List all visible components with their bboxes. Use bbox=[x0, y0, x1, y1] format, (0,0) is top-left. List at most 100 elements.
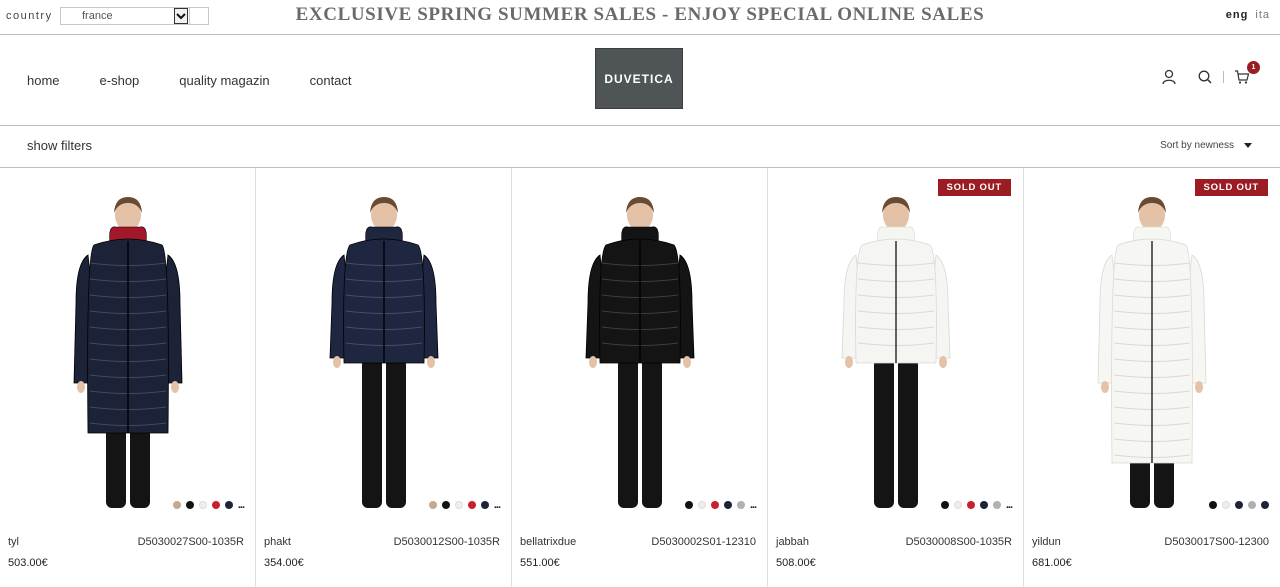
figure-hand-left bbox=[589, 356, 597, 368]
more-colors-indicator[interactable]: ... bbox=[494, 500, 501, 511]
figure-leg-left bbox=[362, 353, 382, 508]
show-filters-button[interactable]: show filters bbox=[27, 138, 92, 153]
color-swatch[interactable] bbox=[966, 501, 975, 509]
header-icons: 1 bbox=[1161, 61, 1260, 85]
color-swatch[interactable] bbox=[953, 501, 962, 509]
more-colors-indicator[interactable]: ... bbox=[238, 500, 245, 511]
product-name[interactable]: phakt bbox=[264, 536, 291, 548]
nav-home[interactable]: home bbox=[27, 73, 60, 88]
sort-label: Sort by newness bbox=[1160, 140, 1234, 151]
product-image[interactable] bbox=[1072, 193, 1232, 523]
color-swatches bbox=[1209, 501, 1269, 509]
product-price: 551.00€ bbox=[520, 557, 560, 569]
product-name[interactable]: jabbah bbox=[776, 536, 809, 548]
filter-bar: show filters Sort by newness bbox=[0, 126, 1280, 168]
figure-leg-right bbox=[898, 353, 918, 508]
product-price: 354.00€ bbox=[264, 557, 304, 569]
figure-leg-right bbox=[130, 423, 150, 508]
product-grid: ... tyl D5030027S00-1035R 503.00€ ... ph… bbox=[0, 168, 1280, 587]
color-swatch[interactable] bbox=[428, 501, 437, 509]
search-icon[interactable] bbox=[1197, 69, 1213, 85]
user-icon[interactable] bbox=[1161, 69, 1177, 85]
product-card[interactable]: ... tyl D5030027S00-1035R 503.00€ bbox=[0, 168, 256, 587]
color-swatch[interactable] bbox=[1261, 501, 1269, 509]
more-colors-indicator[interactable]: ... bbox=[750, 500, 757, 511]
color-swatch[interactable] bbox=[441, 501, 450, 509]
figure-leg-right bbox=[642, 353, 662, 508]
caret-down-icon bbox=[1244, 142, 1252, 148]
product-code: D5030012S00-1035R bbox=[393, 536, 500, 548]
color-swatch[interactable] bbox=[697, 501, 706, 509]
product-code: D5030027S00-1035R bbox=[137, 536, 244, 548]
product-code: D5030017S00-12300 bbox=[1164, 536, 1269, 548]
figure-leg-left bbox=[106, 423, 126, 508]
product-card[interactable]: SOLD OUT yildun D5030017S00-12300 681.00… bbox=[1024, 168, 1280, 587]
product-card[interactable]: ... phakt D5030012S00-1035R 354.00€ bbox=[256, 168, 512, 587]
main-nav: home e-shop quality magazin contact bbox=[27, 73, 352, 88]
cart-icon[interactable]: 1 bbox=[1234, 61, 1260, 85]
color-swatch[interactable] bbox=[723, 501, 732, 509]
figure-hand-right bbox=[427, 356, 435, 368]
product-card[interactable]: ... bellatrixdue D5030002S01-12310 551.0… bbox=[512, 168, 768, 587]
color-swatch[interactable] bbox=[1235, 501, 1243, 509]
color-swatch[interactable] bbox=[480, 501, 489, 509]
figure-leg-left bbox=[874, 353, 894, 508]
top-bar: country france EXCLUSIVE SPRING SUMMER S… bbox=[0, 0, 1280, 35]
logo[interactable]: DUVETICA bbox=[595, 48, 683, 109]
color-swatch[interactable] bbox=[454, 501, 463, 509]
product-image[interactable] bbox=[816, 193, 976, 523]
figure-hand-left bbox=[845, 356, 853, 368]
color-swatch[interactable] bbox=[1209, 501, 1217, 509]
product-code: D5030002S01-12310 bbox=[651, 536, 756, 548]
figure-leg-left bbox=[618, 353, 638, 508]
sort-select[interactable]: Sort by newness bbox=[1160, 140, 1252, 151]
product-code: D5030008S00-1035R bbox=[905, 536, 1012, 548]
product-image[interactable] bbox=[560, 193, 720, 523]
more-colors-indicator[interactable]: ... bbox=[1006, 500, 1013, 511]
figure-hand-left bbox=[1101, 381, 1109, 393]
product-name[interactable]: bellatrixdue bbox=[520, 536, 576, 548]
color-swatches: ... bbox=[172, 500, 245, 511]
figure-hand-right bbox=[683, 356, 691, 368]
nav-contact[interactable]: contact bbox=[310, 73, 352, 88]
site-header: home e-shop quality magazin contact DUVE… bbox=[0, 35, 1280, 126]
color-swatch[interactable] bbox=[198, 501, 207, 509]
color-swatches: ... bbox=[684, 500, 757, 511]
color-swatch[interactable] bbox=[467, 501, 476, 509]
figure-hand-right bbox=[939, 356, 947, 368]
product-price: 681.00€ bbox=[1032, 557, 1072, 569]
color-swatch[interactable] bbox=[1248, 501, 1256, 509]
cart-count-badge: 1 bbox=[1247, 61, 1260, 74]
color-swatch[interactable] bbox=[940, 501, 949, 509]
color-swatch[interactable] bbox=[979, 501, 988, 509]
color-swatches: ... bbox=[428, 500, 501, 511]
product-card[interactable]: SOLD OUT ... jabbah D5030008S00-1035R 50… bbox=[768, 168, 1024, 587]
nav-quality-magazin[interactable]: quality magazin bbox=[179, 73, 269, 88]
product-image[interactable] bbox=[304, 193, 464, 523]
color-swatch[interactable] bbox=[736, 501, 745, 509]
figure-hand-right bbox=[171, 381, 179, 393]
lang-eng[interactable]: eng bbox=[1226, 9, 1249, 21]
figure-hand-left bbox=[77, 381, 85, 393]
product-price: 503.00€ bbox=[8, 557, 48, 569]
header-divider bbox=[1223, 71, 1224, 83]
color-swatch[interactable] bbox=[710, 501, 719, 509]
product-name[interactable]: yildun bbox=[1032, 536, 1061, 548]
figure-hand-left bbox=[333, 356, 341, 368]
color-swatch[interactable] bbox=[224, 501, 233, 509]
product-name[interactable]: tyl bbox=[8, 536, 19, 548]
lang-ita[interactable]: ita bbox=[1255, 9, 1270, 21]
color-swatch[interactable] bbox=[172, 501, 181, 509]
color-swatch[interactable] bbox=[1222, 501, 1230, 509]
color-swatch[interactable] bbox=[211, 501, 220, 509]
figure-hand-right bbox=[1195, 381, 1203, 393]
language-switcher: eng ita bbox=[1226, 9, 1270, 21]
product-price: 508.00€ bbox=[776, 557, 816, 569]
color-swatches: ... bbox=[940, 500, 1013, 511]
nav-e-shop[interactable]: e-shop bbox=[100, 73, 140, 88]
color-swatch[interactable] bbox=[992, 501, 1001, 509]
promo-banner: EXCLUSIVE SPRING SUMMER SALES - ENJOY SP… bbox=[295, 4, 985, 25]
product-image[interactable] bbox=[48, 193, 208, 523]
color-swatch[interactable] bbox=[185, 501, 194, 509]
color-swatch[interactable] bbox=[684, 501, 693, 509]
